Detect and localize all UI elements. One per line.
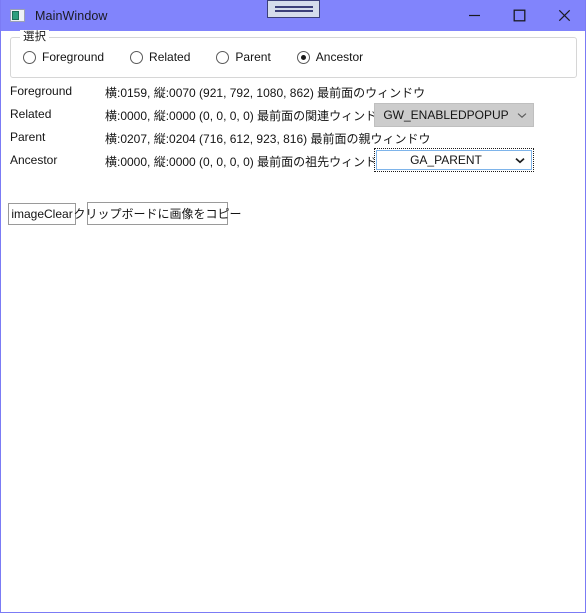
radio-icon [130,50,144,64]
radio-ancestor[interactable]: Ancestor [296,50,364,64]
row-detail: 横:0000, 縦:0000 (0, 0, 0, 0) 最前面の関連ウィンドウ [105,109,390,123]
row-detail: 横:0207, 縦:0204 (716, 612, 923, 816) 最前面の… [105,132,431,146]
title-bar[interactable]: MainWindow [1,0,585,31]
radio-group: Foreground Related Parent Ancestor [23,50,389,64]
row-label: Related [10,107,52,121]
radio-related[interactable]: Related [130,50,190,64]
row-foreground: Foreground 横:0159, 縦:0070 (921, 792, 108… [1,81,585,104]
client-area: 選択 Foreground Related Parent Ancestor Fo… [1,30,585,612]
radio-foreground[interactable]: Foreground [23,50,104,64]
info-rows: Foreground 横:0159, 縦:0070 (921, 792, 108… [1,81,585,173]
related-combobox[interactable]: GW_ENABLEDPOPUP [374,103,534,127]
row-parent: Parent 横:0207, 縦:0204 (716, 612, 923, 81… [1,127,585,150]
radio-parent[interactable]: Parent [216,50,271,64]
row-detail: 横:0000, 縦:0000 (0, 0, 0, 0) 最前面の祖先ウィンドウ [105,155,390,169]
window-app-icon [10,8,26,24]
radio-icon-selected [296,50,310,64]
radio-icon [216,50,230,64]
row-label: Foreground [10,84,73,98]
row-label: Ancestor [10,153,58,167]
radio-label: Related [149,50,191,64]
combobox-value: GW_ENABLEDPOPUP [383,108,509,122]
main-window: MainWindow 選択 Foreground Related Parent … [0,0,586,613]
titlebar-popup-chip[interactable] [267,0,320,18]
button-row: imageClear クリップボードに画像をコピー [1,202,585,227]
groupbox-legend: 選択 [20,30,49,44]
row-detail: 横:0159, 縦:0070 (921, 792, 1080, 862) 最前面… [105,86,426,100]
radio-label: Foreground [42,50,105,64]
image-clear-button[interactable]: imageClear [8,203,76,225]
close-button[interactable] [542,0,585,31]
maximize-button[interactable] [497,0,542,31]
copy-image-to-clipboard-button[interactable]: クリップボードに画像をコピー [74,202,242,225]
combobox-value: GA_PARENT [410,153,482,167]
window-title: MainWindow [35,8,108,23]
window-controls [452,0,585,31]
radio-icon [23,50,36,64]
radio-label: Parent [235,50,271,64]
ancestor-combobox[interactable]: GA_PARENT [374,148,534,172]
chevron-down-icon [511,112,533,119]
chevron-down-icon [509,157,531,164]
radio-label: Ancestor [315,50,364,64]
row-label: Parent [10,130,46,144]
row-related: Related 横:0000, 縦:0000 (0, 0, 0, 0) 最前面の… [1,103,585,127]
row-ancestor: Ancestor 横:0000, 縦:0000 (0, 0, 0, 0) 最前面… [1,148,585,173]
selection-groupbox: 選択 Foreground Related Parent Ancestor [10,30,577,78]
minimize-button[interactable] [452,0,497,31]
